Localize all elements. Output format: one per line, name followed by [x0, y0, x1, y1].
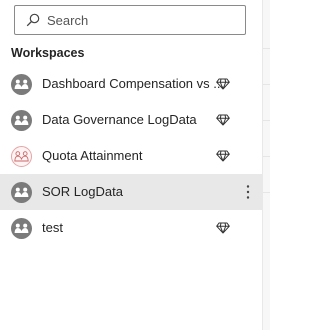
- divider: [263, 84, 270, 85]
- divider: [263, 48, 270, 49]
- workspaces-heading: Workspaces: [11, 46, 85, 60]
- workspace-item-dashboard-compensation[interactable]: Dashboard Compensation vs ...: [0, 66, 262, 102]
- workspace-label: SOR LogData: [42, 184, 123, 199]
- search-input[interactable]: [47, 12, 227, 28]
- diamond-icon: [216, 150, 230, 162]
- workspace-list: Dashboard Compensation vs ... Data Gover…: [0, 66, 262, 246]
- workspace-people-icon: [11, 218, 32, 239]
- workspaces-pane: Workspaces Dashboard Compensation vs ...: [0, 0, 263, 330]
- workspace-label: Quota Attainment: [42, 148, 143, 163]
- divider: [263, 156, 270, 157]
- workspace-item-test[interactable]: test: [0, 210, 262, 246]
- divider: [263, 120, 270, 121]
- search-icon: [23, 10, 43, 30]
- workspace-people-icon: [11, 110, 32, 131]
- search-box[interactable]: [14, 5, 246, 35]
- more-vertical-icon[interactable]: [244, 182, 252, 202]
- workspace-item-quota-attainment[interactable]: Quota Attainment: [0, 138, 262, 174]
- workspace-item-sor-logdata[interactable]: SOR LogData: [0, 174, 262, 210]
- diamond-icon: [216, 78, 230, 90]
- workspace-label: Data Governance LogData: [42, 112, 197, 127]
- diamond-icon: [216, 222, 230, 234]
- workspace-people-icon: [11, 74, 32, 95]
- workspace-label: Dashboard Compensation vs ...: [42, 76, 225, 91]
- workspace-people-icon: [11, 182, 32, 203]
- workspace-people-icon: [11, 146, 32, 167]
- diamond-icon: [216, 114, 230, 126]
- background-panel-edge: [263, 0, 270, 330]
- workspace-label: test: [42, 220, 63, 235]
- workspace-item-data-governance-logdata[interactable]: Data Governance LogData: [0, 102, 262, 138]
- divider: [263, 192, 270, 193]
